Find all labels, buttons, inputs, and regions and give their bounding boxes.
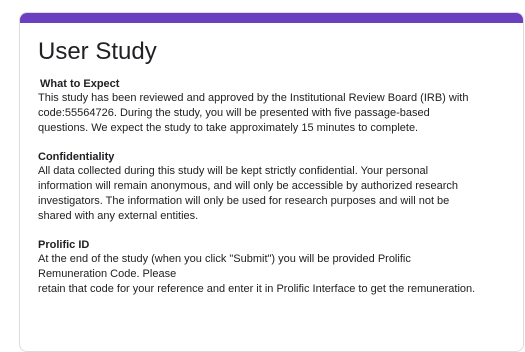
section-confidentiality: Confidentiality All data collected durin… bbox=[38, 150, 523, 224]
accent-bar bbox=[20, 13, 523, 23]
section-prolific-id: Prolific ID At the end of the study (whe… bbox=[38, 238, 523, 297]
section-line: information will remain anonymous, and w… bbox=[38, 180, 459, 192]
form-header-card: User Study What to Expect This study has… bbox=[19, 12, 524, 352]
section-heading: Prolific ID bbox=[38, 239, 90, 251]
section-heading: What to Expect bbox=[40, 78, 120, 90]
form-title: User Study bbox=[38, 38, 157, 65]
section-line: code:55564726. During the study, you wil… bbox=[38, 107, 430, 119]
section-line: questions. We expect the study to take a… bbox=[38, 122, 419, 134]
section-line: This study has been reviewed and approve… bbox=[38, 92, 469, 104]
section-line: All data collected during this study wil… bbox=[38, 165, 429, 177]
section-line: At the end of the study (when you click … bbox=[38, 253, 411, 265]
section-what-to-expect: What to Expect This study has been revie… bbox=[38, 77, 523, 136]
section-heading: Confidentiality bbox=[38, 151, 115, 163]
section-line: retain that code for your reference and … bbox=[38, 283, 476, 295]
section-line: Remuneration Code. Please bbox=[38, 268, 177, 280]
section-line: investigators. The information will only… bbox=[38, 195, 450, 207]
form-description: User Study What to Expect This study has… bbox=[20, 23, 523, 297]
section-line: shared with any external entities. bbox=[38, 210, 199, 222]
